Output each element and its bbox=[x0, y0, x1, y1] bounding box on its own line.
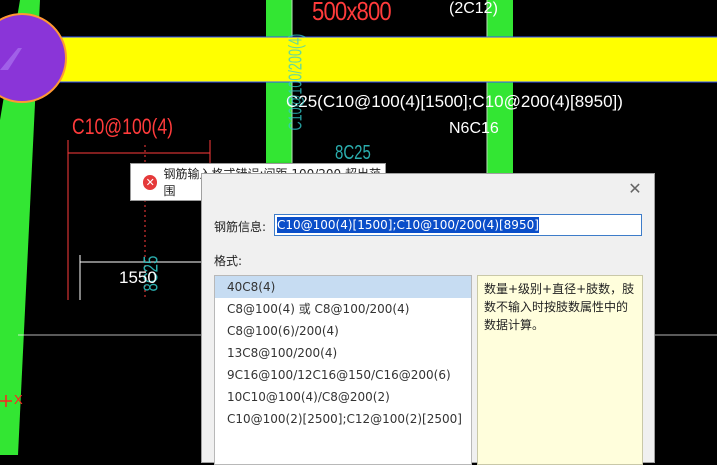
rebar-info-label: 钢筋信息: bbox=[214, 220, 267, 234]
format-list[interactable]: 40C8(4) C8@100(4) 或 C8@100/200(4) C8@100… bbox=[214, 275, 472, 465]
axis-x-label: X bbox=[14, 392, 23, 407]
format-item[interactable]: C8@100(4) 或 C8@100/200(4) bbox=[215, 298, 471, 320]
error-icon: ✕ bbox=[143, 174, 158, 190]
format-item[interactable]: C8@100(6)/200(4) bbox=[215, 320, 471, 342]
rebar-input-dialog: ✕ 钢筋信息: C10@100(4)[1500];C10@100/200(4)[… bbox=[201, 173, 655, 465]
beam-size-label: 500x800 bbox=[312, 0, 392, 26]
beam-yellow bbox=[0, 37, 717, 82]
format-item[interactable]: 13C8@100/200(4) bbox=[215, 342, 471, 364]
format-item[interactable]: 9C16@100/12C16@150/C16@200(6) bbox=[215, 364, 471, 386]
column-label-c: C10@100/200(4) bbox=[285, 33, 306, 131]
dimension-label: 1550 bbox=[119, 268, 157, 287]
top-steel-label: (2C12) bbox=[449, 0, 498, 17]
rebar-info-input[interactable]: C10@100(4)[1500];C10@100/200(4)[8950] bbox=[274, 214, 642, 236]
stirrup-label-main: C25(C10@100(4)[1500];C10@200(4)[8950]) bbox=[286, 92, 623, 111]
stirrup-label-left: C10@100(4) bbox=[72, 114, 174, 139]
format-description: 数量+级别+直径+肢数，肢数不输入时按肢数属性中的数据计算。 bbox=[477, 275, 643, 465]
format-item[interactable]: 40C8(4) bbox=[215, 276, 471, 298]
close-icon[interactable]: ✕ bbox=[626, 180, 644, 198]
column-label-a: 8C25 bbox=[335, 142, 371, 164]
format-item[interactable]: C10@100(2)[2500];C12@100(2)[2500] bbox=[215, 408, 471, 430]
side-steel-label: N6C16 bbox=[449, 120, 499, 137]
format-label: 格式: bbox=[214, 254, 243, 268]
rebar-info-value: C10@100(4)[1500];C10@100/200(4)[8950] bbox=[277, 217, 539, 233]
format-item[interactable]: 10C10@100(4)/C8@200(2) bbox=[215, 386, 471, 408]
